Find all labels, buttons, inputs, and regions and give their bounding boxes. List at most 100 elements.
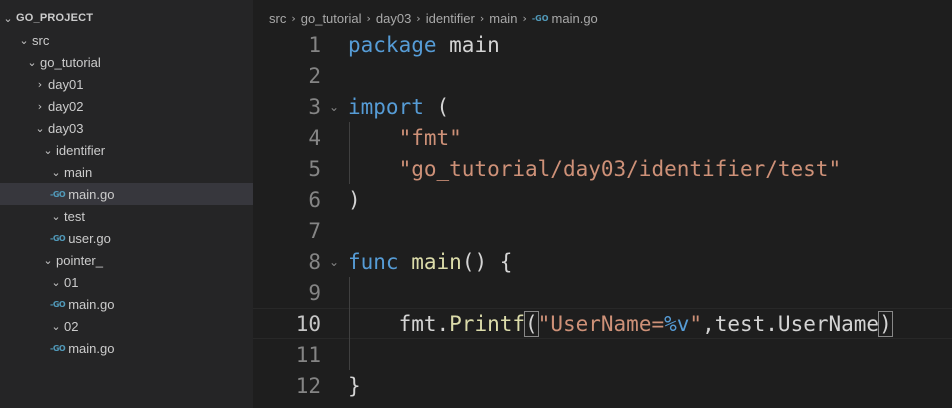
code-text: } — [348, 374, 361, 398]
explorer-item[interactable]: -GO main.go — [0, 337, 253, 359]
explorer-item[interactable]: ⌄ day03 — [0, 117, 253, 139]
code-line[interactable]: 11 — [253, 339, 952, 370]
explorer-item[interactable]: ⌄ identifier — [0, 139, 253, 161]
explorer-item[interactable]: -GO user.go — [0, 227, 253, 249]
chevron-down-icon: ⌄ — [51, 319, 61, 333]
breadcrumb-file[interactable]: main.go — [552, 11, 598, 26]
breadcrumb-item[interactable]: identifier — [426, 11, 475, 26]
explorer-item[interactable]: ⌄ src — [0, 29, 253, 51]
code-line[interactable]: 5 "go_tutorial/day03/identifier/test" — [253, 153, 952, 184]
code-token: main — [436, 32, 500, 57]
explorer-item-label: main — [64, 164, 93, 180]
breadcrumb-item[interactable]: main — [489, 11, 517, 26]
breadcrumb-item[interactable]: go_tutorial — [301, 11, 362, 26]
code-line[interactable]: 3 ⌄ import ( — [253, 91, 952, 122]
code-text: import ( — [348, 95, 449, 119]
fold-chevron-icon[interactable]: ⌄ — [329, 255, 339, 269]
indent-guide — [349, 277, 350, 370]
chevron-right-icon: › — [522, 11, 527, 25]
explorer-item-label: go_tutorial — [40, 54, 101, 70]
explorer-item[interactable]: ⌄ pointer_ — [0, 249, 253, 271]
breadcrumb-item[interactable]: day03 — [376, 11, 411, 26]
code-line[interactable]: 8 ⌄ func main() { — [253, 246, 952, 277]
chevron-down-icon: ⌄ — [51, 165, 61, 179]
code-token: ) — [348, 187, 361, 212]
code-text: package main — [348, 33, 500, 57]
chevron-right-icon: › — [291, 11, 296, 25]
chevron-down-icon: ⌄ — [43, 143, 53, 157]
code-line[interactable]: 4 "fmt" — [253, 122, 952, 153]
line-number: 8 — [308, 249, 321, 274]
explorer-item[interactable]: ⌄ go_tutorial — [0, 51, 253, 73]
code-token: "UserName= — [537, 311, 665, 336]
explorer-item[interactable]: ⌄ 02 — [0, 315, 253, 337]
vscode-window: ⌄ GO_PROJECT ⌄ src ⌄ go_tutorial › day01 › day0… — [0, 0, 952, 408]
go-file-icon: -GO — [50, 343, 66, 353]
explorer-item-label: day02 — [48, 98, 84, 114]
line-number: 9 — [308, 280, 321, 305]
matched-bracket: ) — [878, 310, 893, 337]
chevron-right-icon: › — [479, 11, 485, 25]
line-number: 7 — [308, 218, 321, 243]
code-line[interactable]: 7 — [253, 215, 952, 246]
code-token: fmt. — [348, 311, 450, 336]
code-line[interactable]: 10 fmt.Printf("UserName=%v",test.UserNam… — [253, 308, 952, 339]
indent-guide — [349, 122, 350, 184]
code-line[interactable]: 9 — [253, 277, 952, 308]
chevron-down-icon: ⌄ — [35, 121, 45, 135]
explorer-item-label: 01 — [64, 274, 79, 290]
code-line[interactable]: 12} — [253, 370, 952, 401]
go-file-icon: -GO — [531, 13, 549, 23]
code-token: Printf — [449, 311, 526, 336]
chevron-right-icon: › — [366, 11, 371, 25]
line-number: 3 — [308, 94, 321, 119]
code-text: func main() { — [348, 250, 512, 274]
line-number: 1 — [308, 32, 321, 57]
chevron-down-icon: ⌄ — [3, 11, 13, 25]
code-token: () { — [461, 249, 513, 274]
explorer-item-label: main.go — [68, 296, 115, 312]
line-number: 2 — [308, 63, 321, 88]
code-token: ( — [423, 94, 450, 119]
explorer-item-label: identifier — [56, 142, 106, 158]
code-token: "go_tutorial/day03/identifier/test" — [398, 156, 842, 181]
go-file-icon: -GO — [50, 233, 66, 243]
explorer-sidebar: ⌄ GO_PROJECT ⌄ src ⌄ go_tutorial › day01 › day0… — [0, 0, 253, 408]
chevron-right-icon: › — [416, 11, 421, 25]
code-line[interactable]: 1 package main — [253, 29, 952, 60]
explorer-item-label: main.go — [68, 340, 115, 356]
fold-chevron-icon[interactable]: ⌄ — [329, 100, 339, 114]
explorer-item[interactable]: -GO main.go — [0, 183, 253, 205]
chevron-down-icon: ⌄ — [51, 209, 61, 223]
explorer-item-label: day01 — [48, 76, 84, 92]
code-line[interactable]: 2 — [253, 60, 952, 91]
matched-bracket: ( — [524, 310, 539, 337]
line-number: 5 — [308, 156, 321, 181]
code-line[interactable]: 6) — [253, 184, 952, 215]
explorer-item[interactable]: ⌄ 01 — [0, 271, 253, 293]
code-text: ) — [348, 188, 361, 212]
line-number: 12 — [295, 373, 321, 398]
explorer-root-go-project[interactable]: ⌄ GO_PROJECT — [0, 7, 253, 29]
code-token: func — [348, 249, 399, 274]
breadcrumb-item[interactable]: src — [269, 11, 286, 26]
explorer-item-label: user.go — [68, 230, 111, 246]
go-file-icon: -GO — [50, 299, 66, 309]
explorer-item[interactable]: ⌄ test — [0, 205, 253, 227]
chevron-right-icon: › — [37, 77, 43, 91]
go-file-icon: -GO — [50, 189, 66, 199]
explorer-item[interactable]: › day01 — [0, 73, 253, 95]
line-number: 4 — [308, 125, 321, 150]
explorer-item[interactable]: ⌄ main — [0, 161, 253, 183]
explorer-item-label: day03 — [48, 120, 84, 136]
code-token: " — [689, 311, 703, 336]
code-token: } — [348, 373, 361, 398]
code-editor[interactable]: src › go_tutorial › day03 › identifier › main › -G… — [253, 0, 952, 408]
explorer-item[interactable]: › day02 — [0, 95, 253, 117]
chevron-down-icon: ⌄ — [19, 33, 29, 47]
explorer-item[interactable]: -GO main.go — [0, 293, 253, 315]
explorer-root-label: GO_PROJECT — [16, 12, 94, 24]
